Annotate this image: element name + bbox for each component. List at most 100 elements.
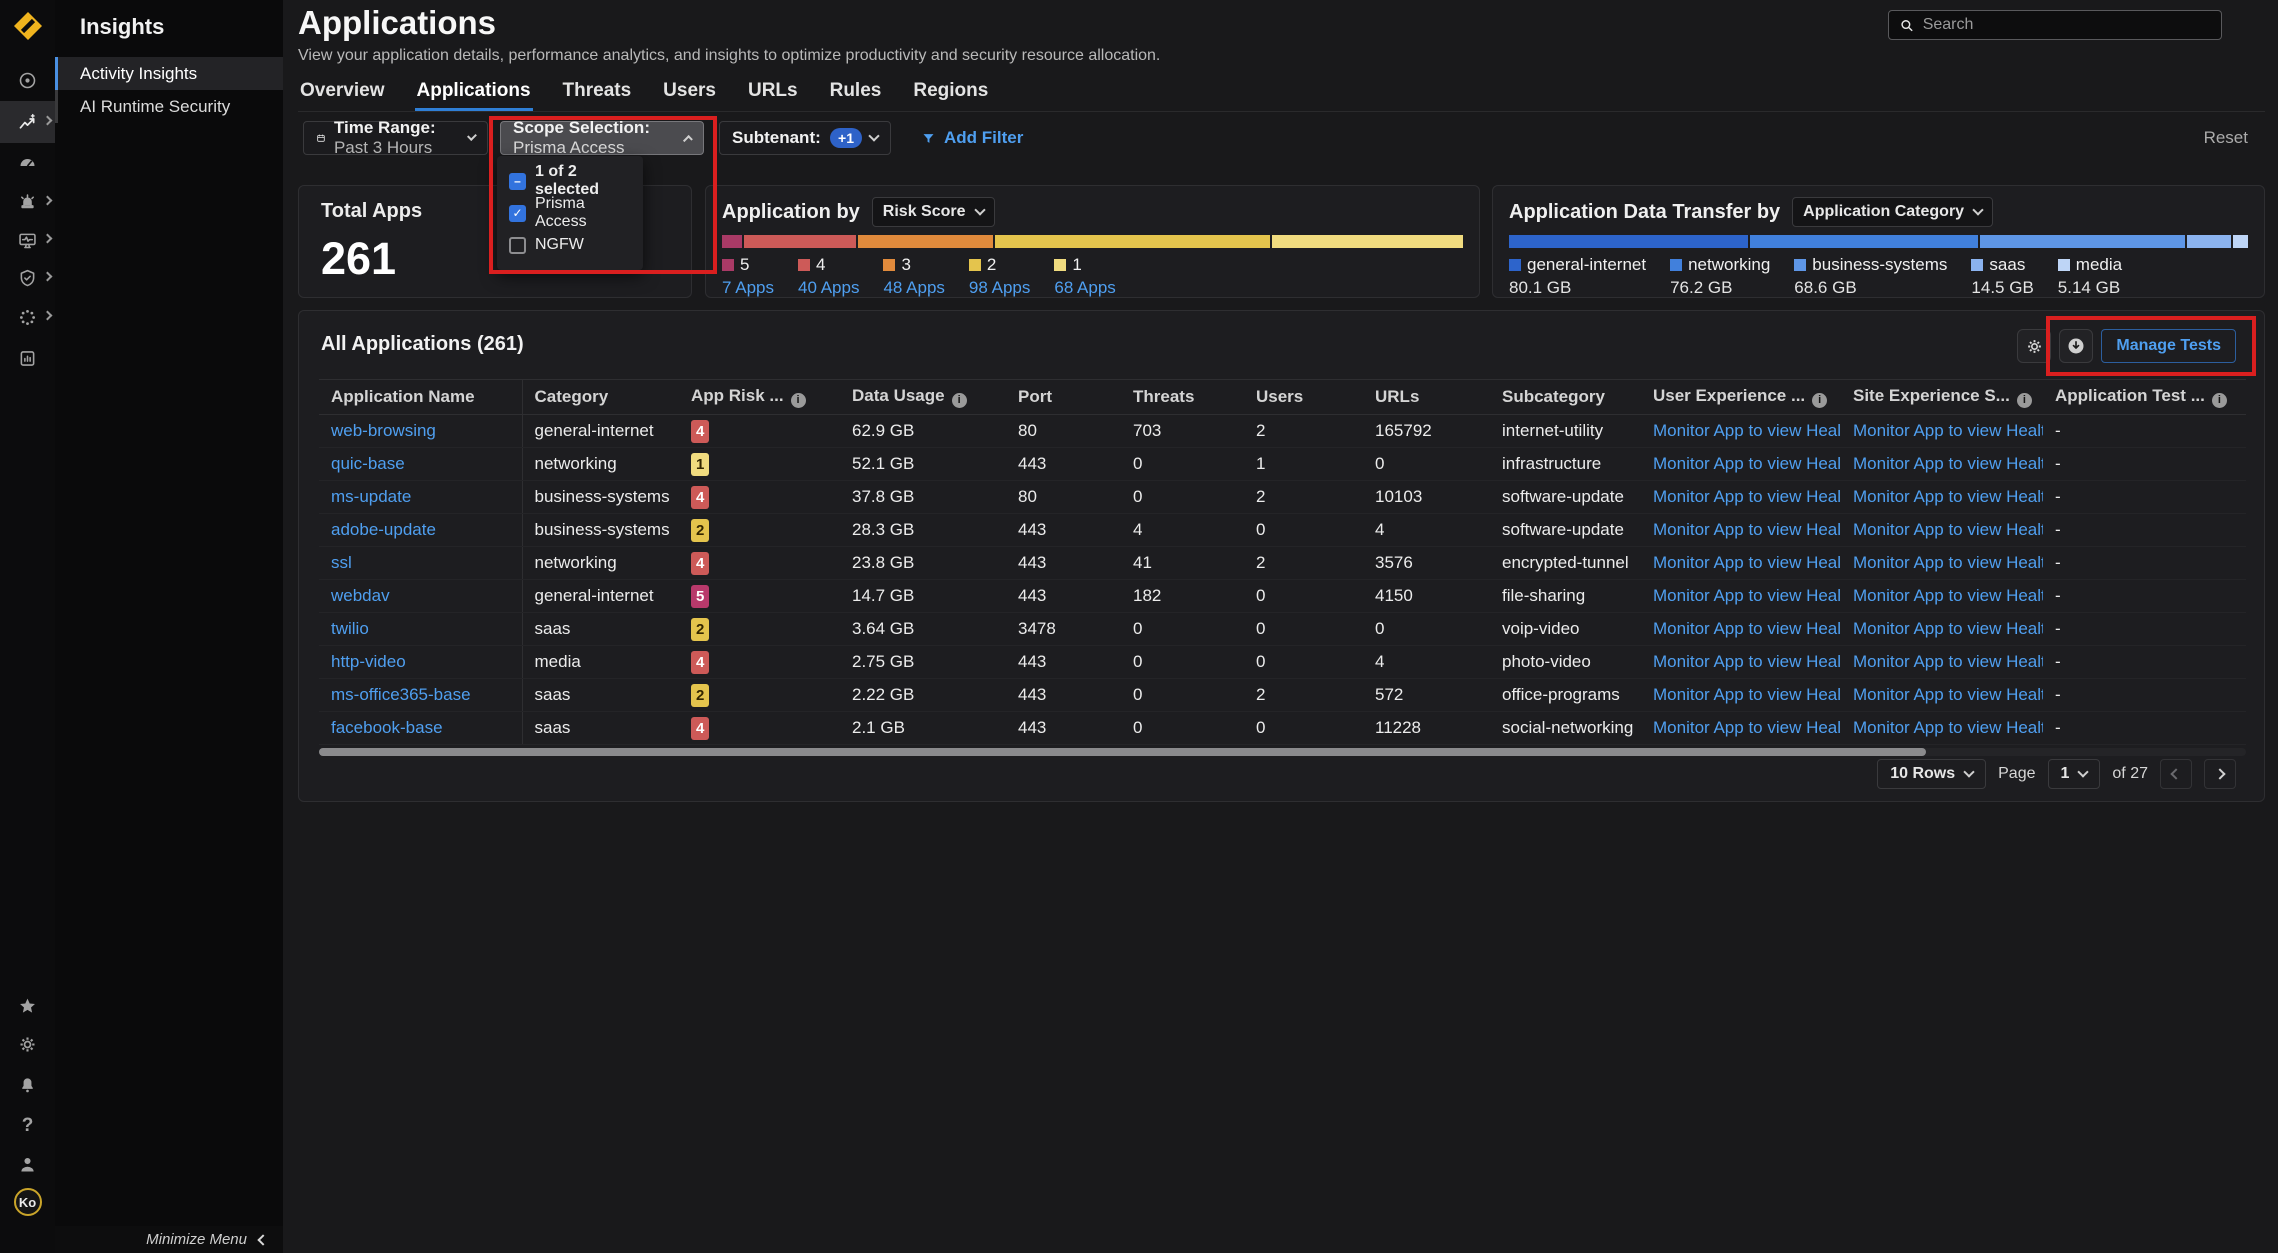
column-header-threats[interactable]: Threats <box>1121 380 1244 415</box>
cell-port: 443 <box>1006 646 1121 679</box>
rail-item-dashboard[interactable] <box>0 142 55 182</box>
tab-overview[interactable]: Overview <box>298 78 387 111</box>
rail-item-user[interactable] <box>0 1144 55 1184</box>
info-icon[interactable]: i <box>2212 393 2227 408</box>
site-experience-link[interactable]: Monitor App to view Health <box>1853 586 2043 605</box>
rows-per-page-select[interactable]: 10 Rows <box>1877 759 1986 789</box>
site-experience-link[interactable]: Monitor App to view Health <box>1853 454 2043 473</box>
rail-item-favorites[interactable] <box>0 986 55 1026</box>
rail-item-security[interactable] <box>0 258 55 298</box>
application-name-link[interactable]: ssl <box>331 553 352 572</box>
checked-checkbox-icon[interactable]: ✓ <box>509 205 526 222</box>
minimize-menu-button[interactable]: Minimize Menu <box>55 1226 283 1253</box>
scope-dropdown-summary[interactable]: –1 of 2 selected <box>509 165 631 197</box>
column-header-site-experience-s[interactable]: Site Experience S...i <box>1841 380 2043 415</box>
risk-apps-link[interactable]: 40 Apps <box>798 278 859 298</box>
brand-logo[interactable] <box>0 6 55 46</box>
next-page-button[interactable] <box>2204 759 2236 789</box>
add-filter-button[interactable]: Add Filter <box>921 128 1023 148</box>
info-icon[interactable]: i <box>2017 393 2032 408</box>
site-experience-link[interactable]: Monitor App to view Health <box>1853 718 2043 737</box>
search-input[interactable] <box>1923 16 2211 34</box>
tab-applications[interactable]: Applications <box>415 78 533 111</box>
column-header-subcategory[interactable]: Subcategory <box>1490 380 1641 415</box>
rail-item-alerts[interactable] <box>0 182 55 222</box>
table-download-button[interactable] <box>2059 329 2093 363</box>
manage-tests-button[interactable]: Manage Tests <box>2101 329 2236 363</box>
application-name-link[interactable]: http-video <box>331 652 406 671</box>
user-experience-link[interactable]: Monitor App to view Health <box>1653 520 1841 539</box>
risk-apps-link[interactable]: 68 Apps <box>1054 278 1115 298</box>
user-experience-link[interactable]: Monitor App to view Health <box>1653 421 1841 440</box>
reset-filters-button[interactable]: Reset <box>2204 128 2248 148</box>
rail-item-account[interactable]: Ko <box>0 1182 55 1222</box>
unchecked-checkbox-icon[interactable] <box>509 237 526 254</box>
risk-apps-link[interactable]: 48 Apps <box>883 278 944 298</box>
info-icon[interactable]: i <box>1812 393 1827 408</box>
user-experience-link[interactable]: Monitor App to view Health <box>1653 586 1841 605</box>
site-experience-link[interactable]: Monitor App to view Health <box>1853 619 2043 638</box>
previous-page-button[interactable] <box>2160 759 2192 789</box>
user-experience-link[interactable]: Monitor App to view Health <box>1653 454 1841 473</box>
tab-threats[interactable]: Threats <box>561 78 634 111</box>
user-experience-link[interactable]: Monitor App to view Health <box>1653 619 1841 638</box>
column-header-users[interactable]: Users <box>1244 380 1363 415</box>
scope-selection-filter[interactable]: Scope Selection: Prisma Access <box>500 121 704 155</box>
sidebar-item-activity-insights[interactable]: Activity Insights <box>55 57 283 90</box>
sidebar-item-ai-runtime-security[interactable]: AI Runtime Security <box>55 90 283 123</box>
rail-item-reports[interactable] <box>0 338 55 378</box>
tab-regions[interactable]: Regions <box>911 78 990 111</box>
application-name-link[interactable]: twilio <box>331 619 369 638</box>
tab-rules[interactable]: Rules <box>828 78 884 111</box>
tab-users[interactable]: Users <box>661 78 718 111</box>
column-header-app-risk[interactable]: App Risk ...i <box>679 380 840 415</box>
tab-urls[interactable]: URLs <box>746 78 800 111</box>
column-header-application-name[interactable]: Application Name <box>319 380 522 415</box>
application-name-link[interactable]: web-browsing <box>331 421 436 440</box>
site-experience-link[interactable]: Monitor App to view Health <box>1853 685 2043 704</box>
rail-item-monitor[interactable] <box>0 220 55 260</box>
column-header-urls[interactable]: URLs <box>1363 380 1490 415</box>
application-name-link[interactable]: ms-office365-base <box>331 685 471 704</box>
rail-item-activity-insights[interactable] <box>0 101 55 143</box>
column-header-port[interactable]: Port <box>1006 380 1121 415</box>
column-header-user-experience[interactable]: User Experience ...i <box>1641 380 1841 415</box>
subtenant-filter[interactable]: Subtenant: +1 <box>719 121 891 155</box>
global-search[interactable] <box>1888 10 2222 40</box>
rail-item-notifications[interactable] <box>0 1064 55 1104</box>
column-header-category[interactable]: Category <box>522 380 679 415</box>
rail-item-discovery[interactable] <box>0 297 55 337</box>
rail-item-overview[interactable] <box>0 60 55 100</box>
application-name-link[interactable]: ms-update <box>331 487 411 506</box>
risk-apps-link[interactable]: 98 Apps <box>969 278 1030 298</box>
column-header-application-test[interactable]: Application Test ...i <box>2043 380 2246 415</box>
risk-apps-link[interactable]: 7 Apps <box>722 278 774 298</box>
site-experience-link[interactable]: Monitor App to view Health <box>1853 652 2043 671</box>
time-range-filter[interactable]: Time Range: Past 3 Hours <box>303 121 488 155</box>
rail-item-help[interactable]: ? <box>0 1106 55 1146</box>
application-name-link[interactable]: webdav <box>331 586 390 605</box>
horizontal-scrollbar-thumb[interactable] <box>319 748 1926 756</box>
user-experience-link[interactable]: Monitor App to view Health <box>1653 685 1841 704</box>
application-name-link[interactable]: quic-base <box>331 454 405 473</box>
application-name-link[interactable]: adobe-update <box>331 520 436 539</box>
site-experience-link[interactable]: Monitor App to view Health <box>1853 421 2043 440</box>
table-settings-button[interactable] <box>2017 329 2051 363</box>
page-number-select[interactable]: 1 <box>2048 759 2101 789</box>
user-experience-link[interactable]: Monitor App to view Health <box>1653 718 1841 737</box>
scope-option-ngfw[interactable]: NGFW <box>509 229 631 261</box>
rail-item-settings[interactable] <box>0 1024 55 1064</box>
user-experience-link[interactable]: Monitor App to view Health <box>1653 553 1841 572</box>
site-experience-link[interactable]: Monitor App to view Health <box>1853 487 2043 506</box>
column-header-data-usage[interactable]: Data Usagei <box>840 380 1006 415</box>
user-experience-link[interactable]: Monitor App to view Health <box>1653 487 1841 506</box>
info-icon[interactable]: i <box>952 393 967 408</box>
info-icon[interactable]: i <box>791 393 806 408</box>
category-selector[interactable]: Application Category <box>1792 197 1993 227</box>
application-name-link[interactable]: facebook-base <box>331 718 443 737</box>
site-experience-link[interactable]: Monitor App to view Health <box>1853 520 2043 539</box>
user-experience-link[interactable]: Monitor App to view Health <box>1653 652 1841 671</box>
risk-score-selector[interactable]: Risk Score <box>872 197 995 227</box>
site-experience-link[interactable]: Monitor App to view Health <box>1853 553 2043 572</box>
scope-option-prisma-access[interactable]: ✓Prisma Access <box>509 197 631 229</box>
